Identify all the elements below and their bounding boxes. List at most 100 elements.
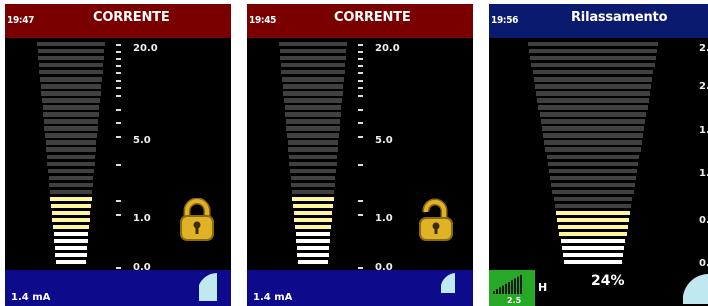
scale-tick xyxy=(116,72,121,74)
level-bar-segment xyxy=(282,84,344,89)
scale-tick xyxy=(358,164,363,166)
frequency-label: H xyxy=(538,281,548,294)
level-bar-segment xyxy=(54,238,88,244)
scale-label: 5.0 xyxy=(133,135,151,146)
level-bar-segment xyxy=(561,245,625,251)
signal-value: 2.5 μV xyxy=(507,296,522,306)
clock-time: 19:56 xyxy=(491,15,519,26)
level-bar-segment xyxy=(40,84,102,89)
scale-tick xyxy=(116,87,121,89)
level-bar-segment xyxy=(284,105,342,110)
level-bar-segment xyxy=(53,231,89,237)
level-bar-segment xyxy=(281,70,345,75)
level-bar-segment xyxy=(553,196,633,202)
level-bar-segment xyxy=(564,259,622,265)
level-bar-segment xyxy=(536,91,650,96)
scale-tick xyxy=(116,58,121,60)
level-bar-segment xyxy=(283,91,343,96)
scale-label: 1.0 xyxy=(375,213,393,224)
level-bar-segment xyxy=(37,42,105,47)
scale-tick xyxy=(358,58,363,60)
current-reading: 1.4 mA xyxy=(253,292,293,303)
level-bar-segment xyxy=(529,49,657,54)
scale-tick xyxy=(116,65,121,67)
level-bar-segment xyxy=(293,203,333,209)
level-bar-segment xyxy=(280,63,346,68)
signal-bar xyxy=(493,291,495,294)
scale-tick xyxy=(116,122,121,124)
level-bar-segment xyxy=(288,147,338,152)
level-bar-segment xyxy=(280,56,346,61)
scale-label: 1.0 xyxy=(133,213,151,224)
level-bar-segment xyxy=(49,182,93,187)
scale-label: 20.0 xyxy=(375,43,400,54)
scale-tick xyxy=(358,80,363,82)
scale-label: 1. xyxy=(699,125,708,136)
scale-tick xyxy=(358,109,363,111)
level-bar-segment xyxy=(295,231,331,237)
level-bar-segment xyxy=(52,217,90,223)
level-bar-segment xyxy=(552,189,634,195)
level-bar-segment xyxy=(46,154,96,159)
level-bar-segment xyxy=(538,105,648,110)
signal-bar xyxy=(517,276,519,294)
level-bar-segment xyxy=(294,217,332,223)
scale-tick xyxy=(116,51,121,53)
footer-bar: 1.4 mA xyxy=(5,270,231,306)
scale-tick xyxy=(116,80,121,82)
scale-tick xyxy=(358,95,363,97)
level-bar-segment xyxy=(296,245,330,251)
level-bar-segment xyxy=(541,126,645,131)
scale-label: 5.0 xyxy=(375,135,393,146)
level-bar-segment xyxy=(51,203,91,209)
scale-tick xyxy=(358,51,363,53)
level-bar-segment xyxy=(291,189,335,195)
header-bar: 19:47 CORRENTE xyxy=(5,4,231,38)
level-bar-segment xyxy=(42,105,100,110)
level-bar-segment xyxy=(554,203,632,209)
level-bar-segment xyxy=(41,91,101,96)
level-bar-segment xyxy=(546,154,640,159)
level-bar-segment xyxy=(279,42,347,47)
level-bar-segment xyxy=(558,224,628,230)
scale-tick xyxy=(116,109,121,111)
level-bar-segment xyxy=(39,70,103,75)
signal-bar xyxy=(508,282,510,294)
current-panel-unlocked: 19:45 CORRENTE 20.0 5.0 1.0 0.0 1.4 mA xyxy=(247,4,473,306)
signal-bar xyxy=(499,287,501,294)
level-bar-segment xyxy=(559,231,627,237)
level-bar-segment xyxy=(555,210,631,216)
scale-tick xyxy=(358,200,363,202)
scale-label: 1. xyxy=(699,168,708,179)
level-bar-segment xyxy=(48,175,94,180)
level-bar-segment xyxy=(45,140,97,145)
level-bar-segment xyxy=(528,42,658,47)
clock-time: 19:47 xyxy=(7,15,35,26)
level-bar-segment xyxy=(297,252,329,258)
battery-quarter-icon xyxy=(441,273,455,293)
level-bar-segment xyxy=(562,252,624,258)
level-bar-segment xyxy=(51,210,91,216)
level-bar-segment xyxy=(291,182,335,187)
scale-tick xyxy=(358,122,363,124)
scale-tick xyxy=(116,44,121,46)
level-bar-segment xyxy=(43,119,99,124)
level-bar-segment xyxy=(292,196,334,202)
level-bar-segment xyxy=(50,196,92,202)
footer-bar: 1.4 mA xyxy=(247,270,473,306)
signal-strength-icon xyxy=(493,274,522,294)
level-bar-segment xyxy=(547,161,639,166)
padlock-open-icon[interactable] xyxy=(417,198,453,242)
padlock-closed-icon[interactable] xyxy=(180,198,214,242)
signal-strength-box: 2.5 μV xyxy=(489,270,535,306)
level-bar-segment xyxy=(286,133,340,138)
scale-tick xyxy=(116,267,121,269)
signal-bar xyxy=(514,278,516,294)
level-bar-segment xyxy=(557,217,629,223)
battery-quarter-icon xyxy=(199,273,217,301)
battery-quarter-icon xyxy=(683,274,708,304)
level-bar-segment xyxy=(286,126,340,131)
level-bar-segment xyxy=(537,98,649,103)
signal-bar xyxy=(505,283,507,294)
header-bar: 19:56 Rilassamento xyxy=(489,4,708,38)
